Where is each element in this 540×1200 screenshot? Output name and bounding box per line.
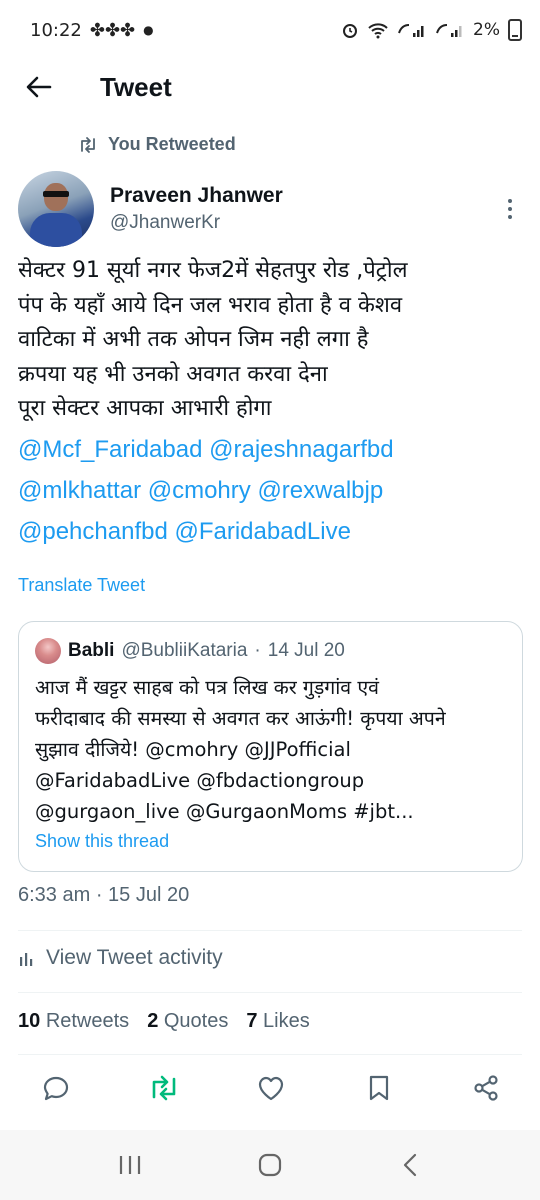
status-bar: 10:22 ✤✤✤ ● 2%: [0, 0, 540, 60]
alarm-icon: [343, 24, 358, 38]
page-title: Tweet: [100, 71, 172, 102]
tweet-line: क्रपया यह भी उनको अवगत करवा देना: [18, 361, 328, 387]
retweet-icon: [81, 136, 95, 153]
tweet-line: वाटिका में अभी तक ओपन जिम नही लगा है: [18, 327, 369, 352]
quoted-tweet-card[interactable]: Babli @BubliiKataria · 14 Jul 20 आज मैं …: [18, 621, 523, 872]
signal-sim2-icon: [436, 24, 462, 37]
analytics-icon: [20, 953, 33, 966]
quoted-author-handle: @BubliiKataria: [121, 640, 248, 661]
signal-sim1-icon: [398, 24, 424, 37]
tweet-line: सेक्टर 91 सूर्या नगर फेज2में सेहतपुर रोड…: [18, 258, 408, 283]
quoted-line: आज मैं खट्टर साहब को पत्र लिख कर गुड़गां…: [35, 676, 379, 699]
retweet-context[interactable]: You Retweeted: [78, 134, 236, 155]
retweet-icon: [152, 1075, 175, 1101]
like-button[interactable]: [253, 1070, 289, 1106]
quoted-line: फरीदाबाद की समस्या से अवगत कर आऊंगी! कृप…: [35, 707, 446, 730]
quoted-line: @FaridabadLive @fbdactiongroup: [35, 769, 365, 792]
view-tweet-activity[interactable]: View Tweet activity: [18, 946, 223, 970]
likes-count: 7: [246, 1010, 258, 1032]
quoted-line: सुझाव दीजिये! @cmohry @JJPofficial: [35, 738, 351, 761]
author-handle[interactable]: @JhanwerKr: [110, 212, 283, 234]
show-thread-link[interactable]: Show this thread: [35, 831, 169, 852]
view-tweet-activity-label: View Tweet activity: [46, 946, 223, 969]
recent-apps-icon: [119, 1156, 141, 1174]
notification-dot-icon: ●: [143, 23, 154, 37]
likes-label: Likes: [263, 1010, 310, 1032]
status-time: 10:22: [30, 19, 82, 41]
quoted-tweet-header: Babli @BubliiKataria · 14 Jul 20: [35, 638, 506, 664]
divider: [18, 930, 522, 931]
home-button[interactable]: [240, 1140, 300, 1190]
system-nav-bar: [0, 1130, 540, 1200]
bookmark-icon: [369, 1075, 388, 1101]
quotes-stat[interactable]: 2 Quotes: [147, 1010, 228, 1033]
mention-line[interactable]: @pehchanfbd @FaridabadLive: [18, 511, 524, 552]
quoted-separator: ·: [254, 640, 261, 661]
wifi-icon: [368, 23, 388, 39]
divider: [18, 992, 522, 993]
recent-apps-button[interactable]: [100, 1140, 160, 1190]
author-name[interactable]: Praveen Jhanwer: [110, 184, 283, 208]
quoted-line: @gurgaon_live @GurgaonMoms #jbt...: [35, 800, 414, 823]
retweets-count: 10: [18, 1010, 41, 1032]
app-header: Tweet: [0, 60, 540, 114]
quotes-label: Quotes: [163, 1010, 229, 1032]
tweet-text: सेक्टर 91 सूर्या नगर फेज2में सेहतपुर रोड…: [18, 254, 524, 552]
retweets-stat[interactable]: 10 Retweets: [18, 1010, 129, 1033]
tweet-stats: 10 Retweets 2 Quotes 7 Likes: [18, 1010, 310, 1033]
battery-icon: [508, 19, 522, 41]
back-arrow-icon: [26, 76, 52, 98]
mentions: @Mcf_Faridabad @rajeshnagarfbd @mlkhatta…: [18, 429, 524, 552]
reply-icon: [43, 1076, 69, 1101]
quoted-avatar: [35, 638, 61, 664]
notification-icons: ✤✤✤: [89, 19, 136, 41]
tweet-actions: [18, 1064, 522, 1112]
divider: [18, 1054, 522, 1055]
bookmark-button[interactable]: [361, 1070, 397, 1106]
avatar[interactable]: [18, 171, 94, 247]
retweets-label: Retweets: [45, 1010, 130, 1032]
like-icon: [258, 1076, 284, 1101]
reply-button[interactable]: [38, 1070, 74, 1106]
tweet-timestamp: 6:33 am · 15 Jul 20: [18, 884, 190, 906]
likes-stat[interactable]: 7 Likes: [246, 1010, 309, 1033]
system-back-button[interactable]: [380, 1140, 440, 1190]
quotes-count: 2: [147, 1010, 159, 1032]
retweet-context-label: You Retweeted: [108, 134, 236, 154]
tweet-line: पंप के यहाँ आये दिन जल भराव होता है व के…: [18, 292, 403, 318]
share-icon: [474, 1075, 498, 1101]
tweet-line: पूरा सेक्टर आपका आभारी होगा: [18, 396, 272, 421]
quoted-author-name: Babli: [68, 640, 115, 661]
more-icon[interactable]: [500, 189, 520, 229]
quoted-date: 14 Jul 20: [267, 640, 345, 661]
mention-line[interactable]: @Mcf_Faridabad @rajeshnagarfbd: [18, 429, 524, 470]
battery-percent: 2%: [473, 20, 500, 40]
translate-tweet-link[interactable]: Translate Tweet: [18, 575, 145, 596]
back-button[interactable]: [0, 60, 78, 114]
system-back-icon: [403, 1153, 417, 1177]
tweet-author: Praveen Jhanwer @JhanwerKr: [18, 170, 522, 248]
home-icon: [258, 1153, 282, 1177]
quoted-tweet-text: आज मैं खट्टर साहब को पत्र लिख कर गुड़गां…: [35, 672, 506, 827]
retweet-button[interactable]: [146, 1070, 182, 1106]
share-button[interactable]: [468, 1070, 504, 1106]
mention-line[interactable]: @mlkhattar @cmohry @rexwalbjp: [18, 470, 524, 511]
